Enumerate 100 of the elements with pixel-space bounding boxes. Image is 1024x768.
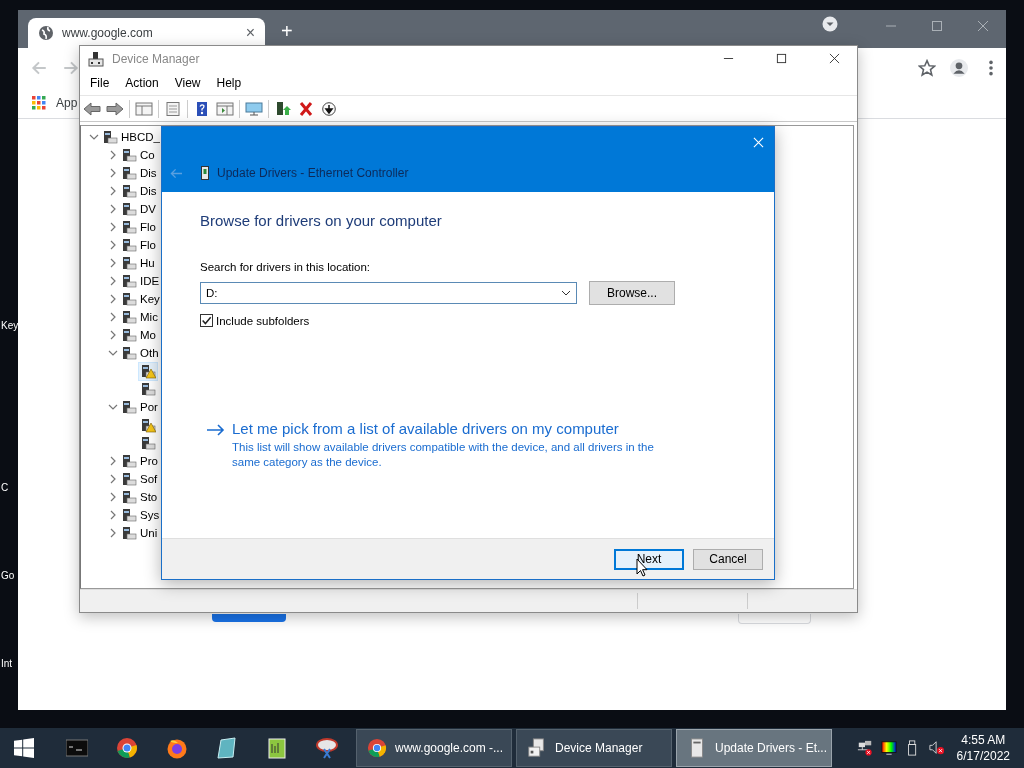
tree-item[interactable]: Co (120, 146, 156, 164)
tree-item[interactable]: Sys (120, 506, 161, 524)
tree-item[interactable]: Hu (120, 254, 156, 272)
download-icon[interactable] (320, 101, 338, 116)
terminal-icon[interactable] (66, 737, 88, 759)
cancel-button[interactable]: Cancel (693, 548, 763, 570)
expand-chevron-icon[interactable] (108, 528, 118, 538)
expand-chevron-icon[interactable] (108, 168, 118, 178)
device-icon (121, 471, 137, 487)
device-icon (121, 219, 137, 235)
browser-tab[interactable]: www.google.com × (28, 18, 265, 48)
menu-item[interactable]: Help (216, 76, 242, 90)
star-icon[interactable] (918, 59, 936, 77)
properties-icon[interactable] (164, 101, 182, 116)
menu-item[interactable]: Action (125, 76, 159, 90)
tree-item[interactable]: Dis (120, 164, 158, 182)
expand-chevron-icon[interactable] (108, 222, 118, 232)
next-button[interactable]: Next (614, 548, 684, 570)
maximize-icon[interactable] (776, 53, 787, 64)
expand-chevron-icon[interactable] (108, 186, 118, 196)
device-icon (121, 237, 137, 253)
tree-item[interactable]: DV (120, 200, 157, 218)
color-display-icon[interactable] (880, 740, 897, 756)
new-tab-button[interactable]: + (281, 20, 293, 43)
update-driver-icon[interactable] (274, 101, 292, 116)
expand-chevron-icon[interactable] (108, 312, 118, 322)
speaker-muted-icon[interactable] (928, 740, 945, 756)
notepad-icon[interactable] (266, 737, 288, 759)
arrow-icon[interactable] (207, 424, 225, 436)
taskbar-button[interactable]: Device Manager (516, 729, 672, 767)
menu-item[interactable]: File (90, 76, 110, 90)
network-disconnected-icon[interactable] (856, 740, 873, 756)
panel-icon[interactable] (216, 101, 234, 116)
tree-item[interactable]: Dis (120, 182, 158, 200)
desktop-icon-label: C (1, 482, 9, 493)
expand-chevron-icon[interactable] (108, 294, 118, 304)
taskbar-button[interactable]: Update Drivers - Et... (676, 729, 832, 767)
document-icon[interactable] (216, 737, 238, 759)
collapse-chevron-icon[interactable] (89, 132, 99, 142)
expand-chevron-icon[interactable] (108, 204, 118, 214)
browse-button[interactable]: Browse... (589, 281, 675, 305)
tree-item[interactable]: Por (120, 398, 159, 416)
tree-item[interactable]: Sto (120, 488, 159, 506)
expand-chevron-icon[interactable] (108, 474, 118, 484)
expand-chevron-icon[interactable] (108, 492, 118, 502)
menu-item[interactable]: View (174, 76, 201, 90)
tree-item[interactable]: Key (120, 290, 161, 308)
tree-item[interactable] (139, 380, 157, 398)
desktop-icon-label: Go (1, 570, 15, 581)
delete-icon[interactable] (297, 101, 315, 116)
expand-chevron-icon[interactable] (108, 240, 118, 250)
device-icon (121, 201, 137, 217)
monitor-icon[interactable] (245, 101, 263, 116)
browser-icon (367, 738, 387, 758)
expand-chevron-icon[interactable] (108, 456, 118, 466)
forward-icon[interactable] (106, 101, 124, 116)
tree-item[interactable] (139, 434, 157, 452)
tree-item[interactable] (139, 416, 157, 434)
collapse-chevron-icon[interactable] (108, 402, 118, 412)
bookmark-link[interactable]: App (56, 96, 78, 110)
tree-item[interactable]: Flo (120, 218, 157, 236)
expand-chevron-icon[interactable] (108, 330, 118, 340)
expand-chevron-icon[interactable] (108, 510, 118, 520)
tree-item[interactable]: Mo (120, 326, 157, 344)
apps-grid-icon[interactable] (32, 96, 46, 110)
tab-close-button[interactable]: × (245, 24, 255, 42)
pick-driver-link[interactable]: Let me pick from a list of available drivers on my computer (232, 420, 619, 437)
menu-icon[interactable] (988, 59, 994, 77)
location-combo-field[interactable]: D: (200, 282, 577, 304)
tree-item[interactable]: Oth (120, 344, 160, 362)
tree-item[interactable]: Sof (120, 470, 159, 488)
back-icon[interactable] (83, 101, 101, 116)
expand-chevron-icon[interactable] (108, 150, 118, 160)
desktop-icon-label: Key (1, 320, 19, 331)
profile-icon[interactable] (950, 59, 968, 77)
tree-item[interactable]: HBCD_ (101, 128, 161, 146)
forward-icon[interactable] (62, 59, 80, 77)
tree-item[interactable]: Pro (120, 452, 159, 470)
dropdown-caret-icon[interactable] (561, 290, 571, 296)
desktop-icon-label: Int (1, 658, 13, 669)
device-icon (121, 327, 137, 343)
tree-item[interactable]: IDE (120, 272, 161, 290)
expand-chevron-icon[interactable] (108, 276, 118, 286)
close-icon[interactable] (829, 53, 840, 64)
checkbox[interactable] (200, 314, 213, 327)
device-icon (121, 147, 137, 163)
tree-item[interactable]: Flo (120, 236, 157, 254)
tab-search-icon[interactable] (822, 16, 838, 32)
collapse-chevron-icon[interactable] (108, 348, 118, 358)
start-icon[interactable] (14, 738, 34, 758)
tree-item[interactable]: Uni (120, 524, 159, 542)
taskbar-button[interactable]: www.google.com -... (356, 729, 512, 767)
tree-item[interactable]: Mic (120, 308, 159, 326)
panel-icon[interactable] (135, 101, 153, 116)
device-icon (121, 165, 137, 181)
browser-icon[interactable] (116, 737, 138, 759)
fox-browser-icon[interactable] (166, 737, 188, 759)
device-icon (121, 345, 137, 361)
tree-item[interactable] (139, 362, 157, 380)
expand-chevron-icon[interactable] (108, 258, 118, 268)
